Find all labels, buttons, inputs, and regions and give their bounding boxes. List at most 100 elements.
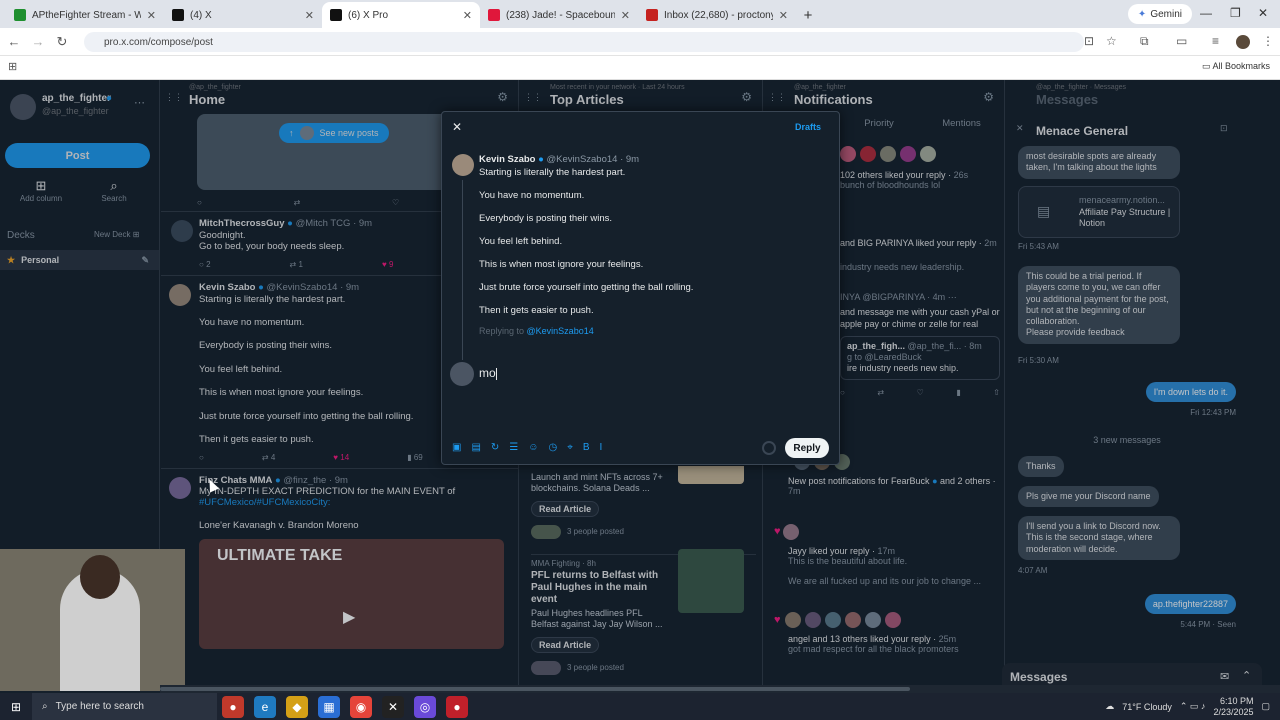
gemini-icon: ✦ — [1137, 8, 1147, 20]
close-tab-icon[interactable]: ✕ — [305, 9, 314, 22]
reload-icon[interactable]: ↻ — [50, 34, 74, 50]
screen: APtheFighter Stream - Wa ✕ (4) X ✕ (6) X… — [0, 0, 1280, 720]
recording-app-icon[interactable]: ● — [446, 695, 468, 718]
post-line: Just brute force yourself into getting t… — [479, 282, 694, 293]
post-line: Starting is literally the hardest part. — [479, 167, 626, 178]
author-avatar — [452, 154, 474, 176]
system-tray: ☁ 71°F Cloudy ⌃ ▭ ♪ 6:10 PM 2/23/2025 ▢ — [1105, 696, 1280, 718]
tab-title: (4) X — [190, 9, 212, 21]
clock-time[interactable]: 6:10 PM — [1213, 696, 1254, 707]
clock-date[interactable]: 2/23/2025 — [1213, 707, 1253, 718]
all-bookmarks[interactable]: ▭ All Bookmarks — [1202, 61, 1270, 72]
tab-title: (238) Jade! - Spacebound (E — [506, 9, 615, 21]
schedule-icon[interactable]: ◷ — [548, 442, 557, 453]
grok-icon[interactable]: ↻ — [491, 442, 499, 453]
original-post: Starting is literally the hardest part. … — [479, 167, 819, 336]
bold-icon[interactable]: B — [583, 442, 590, 453]
post-line: You feel left behind. — [479, 236, 563, 247]
replying-handle[interactable]: @KevinSzabo14 — [527, 326, 594, 336]
youtube-icon — [488, 9, 500, 21]
author-handle: @KevinSzabo14 · 9m — [546, 154, 640, 165]
emoji-icon[interactable]: ☺ — [528, 442, 538, 453]
store-icon[interactable]: ▦ — [318, 695, 340, 718]
close-window-icon[interactable]: ✕ — [1258, 6, 1268, 20]
tab-title: APtheFighter Stream - Wa — [32, 9, 141, 21]
taskbar-search-placeholder: Type here to search — [55, 701, 144, 712]
bookmark-star-icon[interactable]: ☆ — [1106, 34, 1117, 48]
close-tab-icon[interactable]: ✕ — [621, 9, 630, 22]
reply-draft-text: mo — [479, 366, 496, 380]
gif-icon[interactable]: ▤ — [471, 442, 480, 453]
image-icon[interactable]: ▣ — [452, 442, 461, 453]
verified-badge-icon: ● — [538, 154, 544, 165]
more-vert-icon[interactable]: ⋮ — [1262, 34, 1274, 48]
tray-icons[interactable]: ⌃ ▭ ♪ — [1180, 701, 1206, 712]
my-avatar — [450, 362, 474, 386]
close-tab-icon[interactable]: ✕ — [463, 9, 472, 22]
webcam-overlay — [0, 549, 185, 691]
webcam-head — [80, 555, 120, 599]
gemini-button[interactable]: ✦ Gemini — [1127, 4, 1192, 24]
browser-tab-strip: APtheFighter Stream - Wa ✕ (4) X ✕ (6) X… — [0, 0, 1280, 28]
close-tab-icon[interactable]: ✕ — [779, 9, 788, 22]
x-logo-icon — [172, 9, 184, 21]
cast-icon[interactable]: ▭ — [1176, 34, 1187, 48]
drafts-link[interactable]: Drafts — [795, 122, 821, 132]
post-line: You have no momentum. — [479, 190, 585, 201]
post-line: This is when most ignore your feelings. — [479, 259, 644, 270]
search-icon: ⌕ — [42, 701, 48, 712]
browser-tab[interactable]: APtheFighter Stream - Wa ✕ — [6, 2, 164, 28]
reply-textarea[interactable]: mo — [479, 366, 819, 436]
weather-text[interactable]: 71°F Cloudy — [1122, 702, 1172, 712]
minimize-icon[interactable]: — — [1200, 6, 1212, 20]
profile-avatar[interactable] — [1236, 35, 1250, 49]
back-icon[interactable]: ← — [2, 34, 26, 49]
scrollbar-thumb[interactable] — [160, 687, 910, 691]
url-text: pro.x.com/compose/post — [104, 36, 213, 48]
gmail-icon — [646, 9, 658, 21]
url-field[interactable]: pro.x.com/compose/post — [84, 32, 1084, 52]
author-name: Kevin Szabo — [479, 154, 536, 165]
apps-grid-icon[interactable]: ⊞ — [8, 60, 17, 73]
folder-icon: ▭ — [1201, 61, 1213, 71]
forward-icon[interactable]: → — [26, 34, 50, 49]
italic-icon[interactable]: I — [600, 442, 603, 453]
restore-icon[interactable]: ❐ — [1230, 6, 1241, 20]
browser-tab[interactable]: Inbox (22,680) - proctony109@ ✕ — [638, 2, 796, 28]
weather-icon: ☁ — [1105, 701, 1115, 711]
streaming-app-icon[interactable]: ◎ — [414, 695, 436, 718]
close-tab-icon[interactable]: ✕ — [147, 9, 156, 22]
chrome-icon[interactable]: ◉ — [350, 695, 372, 718]
notifications-icon[interactable]: ▢ — [1261, 701, 1270, 712]
thread-line — [462, 180, 463, 360]
location-icon[interactable]: ⌖ — [567, 442, 573, 453]
all-bookmarks-label: All Bookmarks — [1212, 61, 1270, 71]
browser-tab[interactable]: (4) X ✕ — [164, 2, 322, 28]
post-line: Then it gets easier to push. — [479, 305, 594, 316]
browser-tab[interactable]: (238) Jade! - Spacebound (E ✕ — [480, 2, 638, 28]
text-caret — [495, 367, 497, 380]
replying-to: Replying to @KevinSzabo14 — [479, 326, 819, 336]
replying-prefix: Replying to — [479, 326, 527, 336]
poll-icon[interactable]: ☰ — [509, 442, 518, 453]
reply-button[interactable]: Reply — [785, 438, 829, 458]
tab-title: (6) X Pro — [348, 9, 389, 21]
close-modal-icon[interactable]: ✕ — [452, 120, 462, 134]
new-tab-button[interactable]: + — [796, 2, 820, 28]
bookmarks-bar: ⊞ ▭ All Bookmarks — [0, 56, 1280, 80]
tab-favicon-icon — [14, 9, 26, 21]
windows-taskbar: ⊞ ⌕ Type here to search ● e ◆ ▦ ◉ ✕ ◎ ● … — [0, 693, 1280, 720]
taskbar-search[interactable]: ⌕ Type here to search — [32, 693, 217, 720]
reply-modal: ✕ Drafts Kevin Szabo ● @KevinSzabo14 · 9… — [441, 111, 840, 465]
x-logo-icon — [330, 9, 342, 21]
extensions-icon[interactable]: ⧉ — [1140, 34, 1149, 49]
x-app-icon[interactable]: ✕ — [382, 695, 404, 718]
windows-start-icon[interactable]: ⊞ — [5, 696, 27, 718]
cortana-icon[interactable]: ● — [222, 695, 244, 718]
install-app-icon[interactable]: ⊡ — [1084, 34, 1094, 48]
menu-lines-icon[interactable]: ≡ — [1212, 34, 1219, 48]
app-icon[interactable]: ◆ — [286, 695, 308, 718]
browser-tab-active[interactable]: (6) X Pro ✕ — [322, 2, 480, 28]
horizontal-scrollbar[interactable] — [160, 685, 1280, 693]
edge-icon[interactable]: e — [254, 695, 276, 718]
